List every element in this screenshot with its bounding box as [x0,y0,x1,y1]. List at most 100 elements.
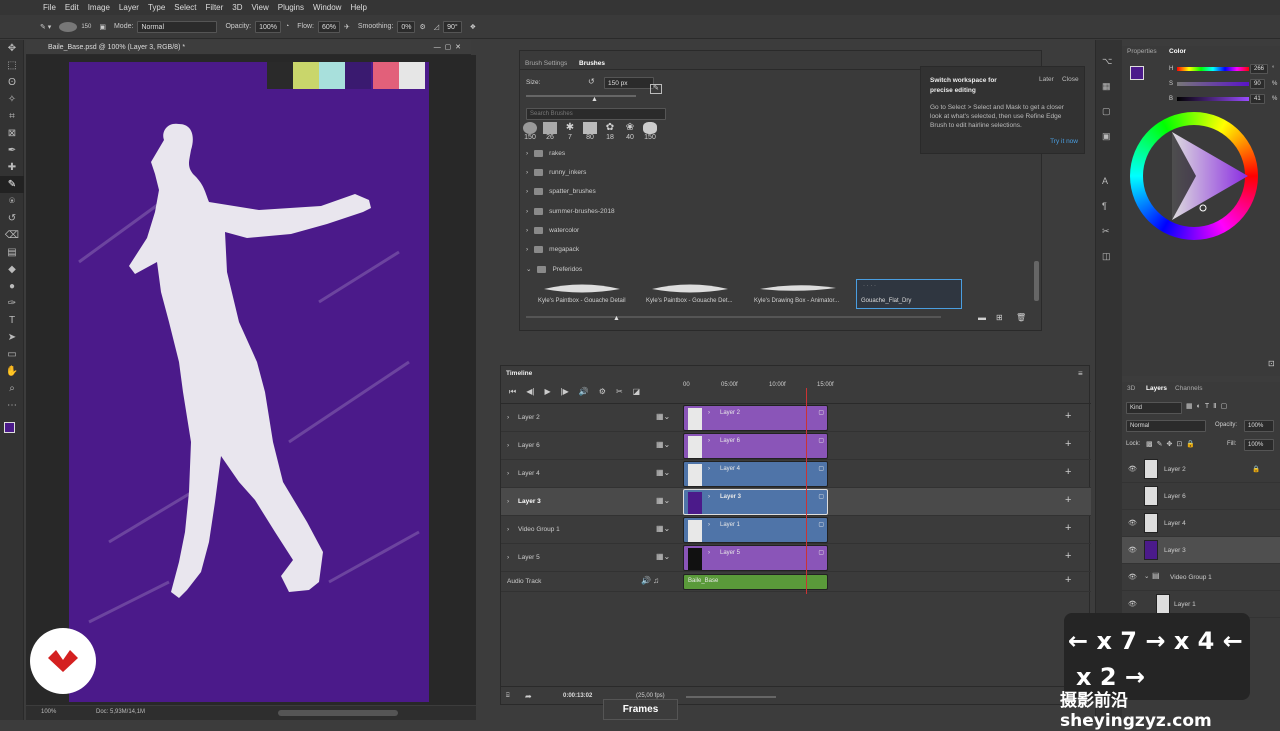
layer-row[interactable]: 👁 ⌄ ▤ Video Group 1 [1122,564,1280,591]
s-field[interactable]: 90 [1250,79,1265,89]
menu-item-layer[interactable]: Layer [119,3,139,12]
prev-frame-icon[interactable]: ◀| [526,387,534,396]
next-frame-icon[interactable]: |▶ [561,387,569,396]
brush-settings-icon[interactable]: ▣ [99,23,106,31]
add-media-icon[interactable]: + [1065,522,1071,534]
opacity-field[interactable]: 100% [255,20,282,33]
frame-tool-icon[interactable]: ⊠ [0,125,24,142]
eye-icon[interactable]: 👁 [1128,546,1137,554]
play-icon[interactable]: ▶ [544,387,550,396]
marquee-tool-icon[interactable]: ⬚ [0,57,24,74]
tab-layers[interactable]: Layers [1146,385,1167,392]
folder-item[interactable]: › megapack [526,246,579,253]
folder-icon[interactable]: ▬ [978,313,986,322]
new-brush-icon[interactable]: ✎ [650,84,662,94]
menu-item-help[interactable]: Help [350,3,366,12]
render-icon[interactable]: ➦ [525,692,532,701]
menu-item-file[interactable]: File [43,3,56,12]
track-row[interactable]: › Layer 2 ▦⌄ › Layer 2 ▢ + [501,404,1091,432]
brush-size-field[interactable]: 150 px [604,77,654,89]
track-row[interactable]: › Layer 3 ▦⌄ › Layer 3 ▢ + [501,488,1091,516]
menu-item-window[interactable]: Window [313,3,341,12]
panel-menu-icon[interactable]: ≡ [1078,369,1083,378]
new-brush-icon[interactable]: ⊞ [996,313,1003,322]
track-options-icon[interactable]: ▦⌄ [656,412,670,421]
add-media-icon[interactable]: + [1065,410,1071,422]
track-row[interactable]: › Layer 6 ▦⌄ › Layer 6 ▢ + [501,432,1091,460]
zoom-slider[interactable] [686,696,776,698]
layer-style-icon[interactable]: ◫ [1102,251,1111,262]
symmetry-icon[interactable]: ❖ [470,23,476,31]
smoothing-field[interactable]: 0% [397,20,416,33]
tab-brush-settings[interactable]: Brush Settings [525,60,567,67]
b-field[interactable]: 41 [1250,94,1265,104]
audio-track-row[interactable]: Audio Track 🔊 ♫ Baile_Base + [501,572,1091,592]
mode-select[interactable]: Normal [137,20,218,33]
track-options-icon[interactable]: ▦⌄ [656,496,670,505]
filter-icons[interactable]: ▦◐TⅡ▢ [1186,402,1231,410]
size-slider[interactable] [526,95,636,97]
try-it-now-link[interactable]: Try it now [1050,138,1078,145]
time-ruler[interactable]: 00 05:00f 10:00f 15:00f [683,380,834,404]
brush-stroke-item[interactable]: Kyle's Paintbox - Gouache Detail [534,280,640,309]
lasso-tool-icon[interactable]: ʘ [0,74,24,91]
brush-stroke-item[interactable]: Kyle's Drawing Box - Animator... [750,280,856,309]
menu-item-edit[interactable]: Edit [65,3,79,12]
angle-field[interactable]: 90° [443,20,462,33]
tab-properties[interactable]: Properties [1127,48,1157,55]
add-media-icon[interactable]: + [1065,574,1071,586]
frames-button[interactable]: Frames [603,699,678,720]
history-brush-icon[interactable]: ↺ [0,210,24,227]
color-swatches[interactable] [0,414,23,444]
path-select-icon[interactable]: ➤ [0,329,24,346]
gradient-icon[interactable]: ▤ [0,244,24,261]
gear-icon[interactable]: ⚙ [599,387,606,396]
size-slider-thumb[interactable]: ▲ [591,96,598,103]
split-icon[interactable]: ✂ [616,387,623,396]
grid-icon[interactable]: ▦ [1102,81,1111,92]
menu-item-filter[interactable]: Filter [206,3,224,12]
trash-icon[interactable]: 🗑 [1016,313,1026,322]
layer-row[interactable]: 👁 Layer 2 🔒 [1122,456,1280,483]
tab-3d[interactable]: 3D [1127,385,1135,392]
tools-icon[interactable]: ✂ [1102,226,1110,237]
blend-mode-select[interactable]: Normal [1126,420,1206,432]
gear-icon[interactable]: ⚙ [419,23,425,31]
folder-item[interactable]: › watercolor [526,227,579,234]
layer-row[interactable]: Layer 6 [1122,483,1280,510]
track-options-icon[interactable]: ▦⌄ [656,468,670,477]
layer-opacity-field[interactable]: 100% [1244,420,1274,432]
more-tools-icon[interactable]: ⋯ [0,397,24,414]
brush-preset[interactable]: 80 [583,122,597,141]
eye-icon[interactable]: 👁 [1128,573,1137,581]
reset-icon[interactable]: ↺ [588,77,595,86]
track-row[interactable]: › Layer 4 ▦⌄ › Layer 4 ▢ + [501,460,1091,488]
paragraph-icon[interactable]: ¶ [1102,201,1107,211]
expand-icon[interactable]: ⊡ [1268,359,1275,368]
later-link[interactable]: Later [1039,76,1054,83]
mute-audio-icon[interactable]: 🔊 [579,387,589,396]
brush-preset[interactable]: 150 [523,122,537,141]
hand-tool-icon[interactable]: ✋ [0,363,24,380]
horizontal-scrollbar[interactable] [278,710,398,716]
layer-row[interactable]: 👁 Layer 3 [1122,537,1280,564]
eyedropper-icon[interactable]: ✒ [0,142,24,159]
brightness-slider[interactable] [1177,97,1249,101]
track-row[interactable]: › Layer 5 ▦⌄ › Layer 5 ▢ + [501,544,1091,572]
tab-channels[interactable]: Channels [1175,385,1202,392]
document-tab[interactable]: Baile_Base.psd @ 100% (Layer 3, RGB/8) *… [26,40,471,55]
layer-row[interactable]: 👁 Layer 4 [1122,510,1280,537]
saturation-slider[interactable] [1177,82,1249,86]
preview-slider-thumb[interactable]: ▲ [613,315,620,322]
brush-preset-picker[interactable]: 150 [59,21,91,32]
foreground-color[interactable] [1130,66,1144,80]
eye-icon[interactable]: 👁 [1128,465,1137,473]
healing-brush-icon[interactable]: ✚ [0,159,24,176]
pen-tool-icon[interactable]: ✑ [0,295,24,312]
color-wheel[interactable] [1130,112,1258,240]
character-icon[interactable]: A [1102,176,1108,186]
menu-item-plugins[interactable]: Plugins [278,3,304,12]
layer-comps-icon[interactable]: ▣ [1102,131,1111,142]
fill-field[interactable]: 100% [1244,439,1274,451]
menu-item-view[interactable]: View [252,3,269,12]
